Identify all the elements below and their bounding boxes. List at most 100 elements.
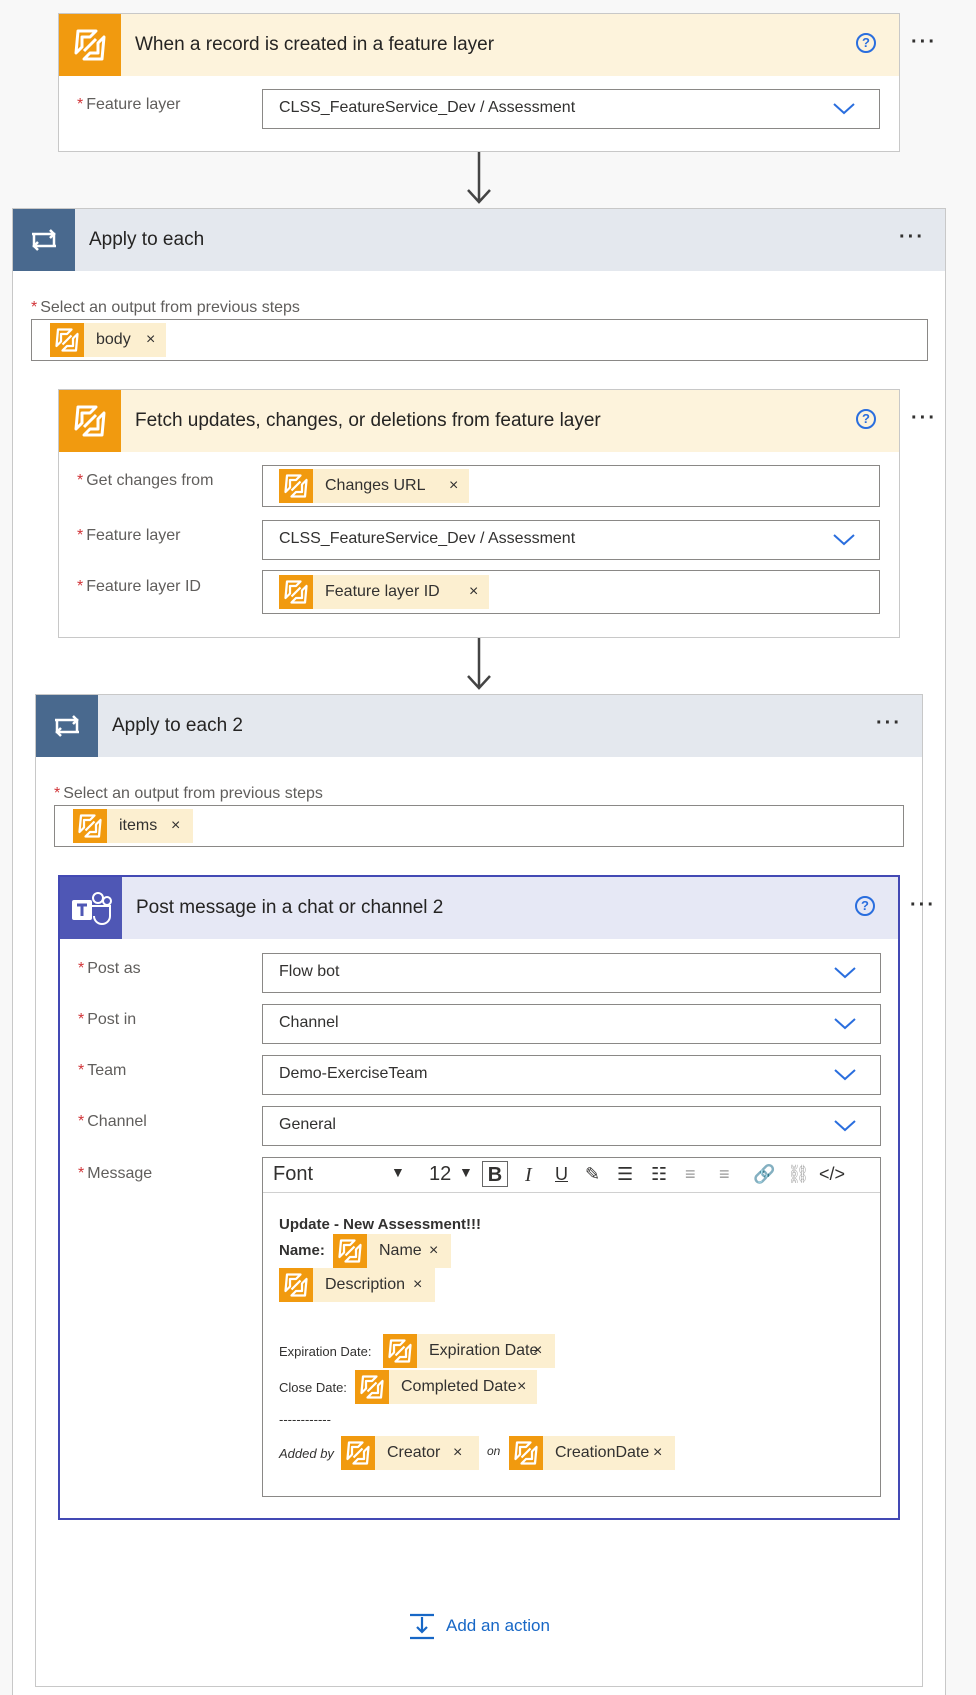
chevron-down-icon[interactable]: ▼ (391, 1164, 405, 1180)
more-icon[interactable]: ··· (911, 31, 937, 54)
changes-url-token[interactable]: Changes URL × (279, 469, 469, 503)
bullet-list-icon[interactable]: ☰ (617, 1164, 633, 1185)
font-size-select[interactable]: 12 (429, 1163, 451, 1186)
chevron-down-icon[interactable] (833, 103, 855, 115)
feature-layer-select[interactable]: CLSS_FeatureService_Dev / Assessment (262, 89, 880, 129)
close-icon[interactable]: × (517, 1378, 526, 1396)
channel-select[interactable]: General (262, 1106, 881, 1146)
post-in-select[interactable]: Channel (262, 1004, 881, 1044)
arcgis-connector-icon (59, 14, 121, 76)
fetch-card[interactable]: Fetch updates, changes, or deletions fro… (58, 389, 935, 638)
more-icon[interactable]: ··· (899, 226, 925, 249)
chevron-down-icon[interactable] (834, 1069, 856, 1081)
expiration-label: Expiration Date: (279, 1344, 372, 1359)
chevron-down-icon[interactable]: ▼ (459, 1164, 473, 1180)
close-icon[interactable]: × (429, 1242, 438, 1260)
loop-icon (13, 209, 75, 271)
outdent-icon[interactable]: ≡ (685, 1164, 696, 1185)
italic-icon[interactable]: I (525, 1164, 532, 1187)
help-icon[interactable]: ? (856, 409, 876, 429)
message-heading: Update - New Assessment!!! (279, 1216, 481, 1233)
feature-layer-select[interactable]: CLSS_FeatureService_Dev / Assessment (262, 520, 880, 560)
add-action-icon (410, 1613, 434, 1640)
close-icon[interactable]: × (469, 583, 478, 601)
help-icon[interactable]: ? (855, 896, 875, 916)
close-icon[interactable]: × (653, 1444, 662, 1462)
close-date-label: Close Date: (279, 1380, 347, 1395)
expiration-date-token[interactable]: Expiration Date × (383, 1334, 555, 1368)
post-message-title: Post message in a chat or channel 2 (136, 897, 444, 918)
message-editor[interactable]: Font ▼ 12 ▼ B I U ✎ ☰ ☷ ≡ ≡ 🔗 ⛓ </> Upda… (262, 1157, 881, 1497)
select-output-field[interactable]: items × (54, 805, 904, 847)
name-token[interactable]: Name × (333, 1234, 451, 1268)
close-icon[interactable]: × (146, 331, 155, 349)
apply-each-title: Apply to each (89, 229, 205, 250)
fetch-title: Fetch updates, changes, or deletions fro… (135, 410, 601, 431)
channel-label: * Channel (78, 1113, 147, 1130)
apply-each-2-title: Apply to each 2 (112, 715, 243, 736)
down-arrow-icon (467, 152, 491, 204)
font-select[interactable]: Font (273, 1163, 313, 1186)
separator-line: ------------ (279, 1412, 331, 1427)
trigger-title: When a record is created in a feature la… (135, 34, 495, 55)
indent-icon[interactable]: ≡ (719, 1164, 730, 1185)
trigger-header[interactable]: When a record is created in a feature la… (59, 14, 935, 76)
arcgis-connector-icon (50, 323, 84, 357)
get-changes-label: * Get changes from (77, 472, 214, 489)
chevron-down-icon[interactable] (834, 1018, 856, 1030)
arcgis-connector-icon (341, 1436, 375, 1470)
post-as-label: * Post as (78, 960, 141, 977)
add-action-button[interactable]: Add an action (408, 1612, 568, 1644)
arcgis-connector-icon (73, 809, 107, 843)
help-icon[interactable]: ? (856, 33, 876, 53)
feature-layer-id-field[interactable]: Feature layer ID × (262, 570, 880, 614)
loop-icon (36, 695, 98, 757)
apply-each-header[interactable]: Apply to each ··· (13, 209, 945, 271)
feature-layer-label: * Feature layer (77, 527, 181, 544)
close-icon[interactable]: × (533, 1342, 542, 1360)
numbered-list-icon[interactable]: ☷ (651, 1164, 667, 1185)
close-icon[interactable]: × (413, 1276, 422, 1294)
fetch-header[interactable]: Fetch updates, changes, or deletions fro… (59, 390, 935, 452)
apply-each-2-header[interactable]: Apply to each 2 ··· (36, 695, 922, 757)
close-icon[interactable]: × (171, 817, 180, 835)
unlink-icon[interactable]: ⛓ (787, 1164, 810, 1185)
post-message-header[interactable]: Post message in a chat or channel 2 ? ··… (60, 877, 934, 939)
highlight-icon[interactable]: ✎ (585, 1164, 600, 1185)
arcgis-connector-icon (279, 575, 313, 609)
team-label: * Team (78, 1062, 127, 1079)
get-changes-field[interactable]: Changes URL × (262, 465, 880, 507)
link-icon[interactable]: 🔗 (753, 1164, 775, 1185)
post-message-card[interactable]: Post message in a chat or channel 2 ? ··… (58, 875, 934, 1520)
description-token[interactable]: Description × (279, 1268, 435, 1302)
more-icon[interactable]: ··· (911, 407, 937, 430)
close-icon[interactable]: × (453, 1444, 462, 1462)
chevron-down-icon[interactable] (834, 1120, 856, 1132)
creation-date-token[interactable]: CreationDate × (509, 1436, 675, 1470)
chevron-down-icon[interactable] (833, 534, 855, 546)
underline-icon[interactable]: U (555, 1164, 568, 1185)
body-token[interactable]: body × (50, 323, 166, 357)
team-select[interactable]: Demo-ExerciseTeam (262, 1055, 881, 1095)
post-as-select[interactable]: Flow bot (262, 953, 881, 993)
more-icon[interactable]: ··· (910, 894, 936, 917)
creator-token[interactable]: Creator × (341, 1436, 479, 1470)
on-label: on (487, 1444, 501, 1458)
select-output-field[interactable]: body × (31, 319, 928, 361)
code-view-icon[interactable]: </> (819, 1164, 845, 1185)
editor-toolbar: Font ▼ 12 ▼ B I U ✎ ☰ ☷ ≡ ≡ 🔗 ⛓ </> (263, 1158, 880, 1193)
more-icon[interactable]: ··· (876, 712, 902, 735)
close-icon[interactable]: × (449, 477, 458, 495)
chevron-down-icon[interactable] (834, 967, 856, 979)
arcgis-connector-icon (279, 469, 313, 503)
teams-icon (60, 877, 122, 939)
completed-date-token[interactable]: Completed Date × (355, 1370, 537, 1404)
arcgis-connector-icon (383, 1334, 417, 1368)
select-output-label: * Select an output from previous steps (54, 785, 323, 802)
items-token[interactable]: items × (73, 809, 193, 843)
bold-icon[interactable]: B (482, 1161, 508, 1187)
trigger-card[interactable]: When a record is created in a feature la… (58, 13, 935, 152)
feature-layer-id-token[interactable]: Feature layer ID × (279, 575, 489, 609)
arcgis-connector-icon (333, 1234, 367, 1268)
added-by-label: Added by (279, 1446, 334, 1461)
